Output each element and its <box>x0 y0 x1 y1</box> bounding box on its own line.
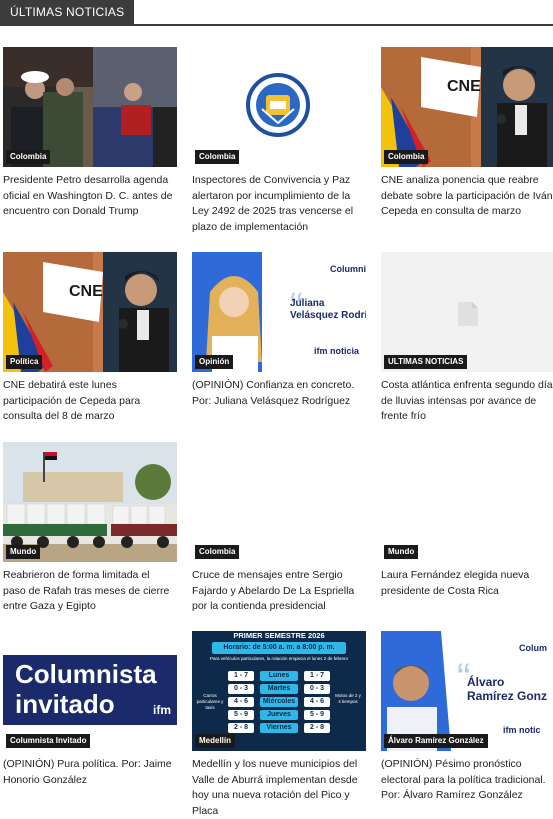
pico-right-digits: 1 - 7 <box>304 671 330 681</box>
pico-day: Viernes <box>260 723 298 733</box>
pico-left-digits: 2 - 8 <box>228 723 254 733</box>
banner-name-line1: Juliana <box>290 298 325 309</box>
category-badge[interactable]: Política <box>6 355 43 369</box>
news-card[interactable]: CNE Política CNE debatirá este lunes par… <box>3 252 181 425</box>
article-image[interactable]: Colombia <box>192 442 366 562</box>
article-title[interactable]: CNE analiza ponencia que reabre debate s… <box>381 173 553 220</box>
article-image[interactable]: Colombia <box>192 47 366 167</box>
news-card[interactable]: ULTIMAS NOTICIAS Costa atlántica enfrent… <box>381 252 553 425</box>
pico-day: Lunes <box>260 671 298 681</box>
brand-logo: ifm noticia <box>314 346 360 356</box>
article-image[interactable]: Columnista invitado ifm Columnista Invit… <box>3 631 177 751</box>
inspectores-logo-icon <box>246 73 310 137</box>
news-card[interactable]: Mundo Laura Fernández elegida nueva pres… <box>381 442 553 599</box>
category-badge[interactable]: ULTIMAS NOTICIAS <box>384 355 468 369</box>
article-title[interactable]: CNE debatirá este lunes participación de… <box>3 378 175 425</box>
category-badge[interactable]: Medellín <box>195 734 236 748</box>
category-badge[interactable]: Mundo <box>384 545 419 559</box>
article-title[interactable]: (OPINIÓN) Confianza en concreto. Por: Ju… <box>192 378 364 409</box>
pico-day: Miércoles <box>260 697 298 707</box>
pico-note: Para vehículos particulares, la rotación… <box>209 656 349 661</box>
pico-left-digits: 4 - 6 <box>228 697 254 707</box>
article-title[interactable]: Cruce de mensajes entre Sergio Fajardo y… <box>192 568 364 615</box>
category-badge[interactable]: Álvaro Ramírez González <box>384 734 488 748</box>
banner-name-line2: Velásquez Rodríg <box>290 310 366 321</box>
news-card[interactable]: PRIMER SEMESTRE 2026 Horario: de 5:00 a.… <box>192 631 370 819</box>
pico-right-digits: 4 - 6 <box>304 697 330 707</box>
pico-hours: Horario: de 5:00 a. m. a 8:00 p. m. <box>212 642 346 654</box>
article-image[interactable]: CNE Colombia <box>381 47 553 167</box>
pico-heading: PRIMER SEMESTRE 2026 <box>233 631 325 640</box>
pico-day: Jueves <box>260 710 298 720</box>
article-image[interactable]: Mundo <box>3 442 177 562</box>
article-title[interactable]: Inspectores de Convivencia y Paz alertar… <box>192 173 364 235</box>
news-card[interactable]: Mundo Reabrieron de forma limitada el pa… <box>3 442 181 615</box>
flag-text: CNE <box>69 283 103 300</box>
article-image[interactable]: “ Colum Álvaro Ramírez Gonz ifm notic Ál… <box>381 631 553 751</box>
pico-left-digits: 0 - 3 <box>228 684 254 694</box>
news-card[interactable]: Colombia Presidente Petro desarrolla age… <box>3 47 181 220</box>
news-card[interactable]: CNE Colombia CNE analiza ponencia que re… <box>381 47 553 220</box>
pico-right-label: Motos de 2 y 4 tiempos <box>335 693 361 704</box>
banner-line2: invitado <box>15 689 115 719</box>
article-image[interactable]: Mundo <box>381 442 553 562</box>
article-title[interactable]: (OPINIÓN) Pura política. Por: Jaime Hono… <box>3 757 175 788</box>
news-card[interactable]: Columnista invitado ifm Columnista Invit… <box>3 631 181 788</box>
article-image[interactable]: PRIMER SEMESTRE 2026 Horario: de 5:00 a.… <box>192 631 366 751</box>
article-image[interactable]: “ Columni Juliana Velásquez Rodríg ifm n… <box>192 252 366 372</box>
news-card[interactable]: “ Columni Juliana Velásquez Rodríg ifm n… <box>192 252 370 409</box>
category-badge[interactable]: Opinión <box>195 355 234 369</box>
news-card[interactable]: Colombia Inspectores de Convivencia y Pa… <box>192 47 370 235</box>
pico-right-digits: 0 - 3 <box>304 684 330 694</box>
pico-right-digits: 2 - 8 <box>304 723 330 733</box>
pico-left-digits: 1 - 7 <box>228 671 254 681</box>
category-badge[interactable]: Colombia <box>6 150 51 164</box>
category-badge[interactable]: Columnista Invitado <box>6 734 91 748</box>
section-header: ÚLTIMAS NOTICIAS <box>0 0 553 26</box>
section-title: ÚLTIMAS NOTICIAS <box>0 0 135 24</box>
article-title[interactable]: Medellín y los nueve municipios del Vall… <box>192 757 364 819</box>
news-card[interactable]: “ Colum Álvaro Ramírez Gonz ifm notic Ál… <box>381 631 553 804</box>
banner-heading: Columni <box>330 264 366 274</box>
brand-logo: ifm <box>153 703 171 717</box>
pico-left-digits: 5 - 9 <box>228 710 254 720</box>
banner-name-line2: Ramírez Gonz <box>467 689 548 703</box>
article-title[interactable]: Reabrieron de forma limitada el paso de … <box>3 568 175 615</box>
category-badge[interactable]: Colombia <box>195 545 240 559</box>
image-placeholder-icon <box>381 252 553 372</box>
pico-day: Martes <box>260 684 298 694</box>
pico-left-label: Carros particulares y taxis <box>196 693 224 710</box>
category-badge[interactable]: Colombia <box>384 150 429 164</box>
category-badge[interactable]: Mundo <box>6 545 41 559</box>
banner-line1: Columnista <box>15 659 157 689</box>
banner-name-line1: Álvaro <box>467 675 505 689</box>
article-title[interactable]: (OPINIÓN) Pésimo pronóstico electoral pa… <box>381 757 553 804</box>
news-card[interactable]: Colombia Cruce de mensajes entre Sergio … <box>192 442 370 615</box>
article-title[interactable]: Costa atlántica enfrenta segundo día de … <box>381 378 553 425</box>
article-image[interactable]: Colombia <box>3 47 177 167</box>
brand-logo: ifm notic <box>503 725 541 735</box>
article-title[interactable]: Laura Fernández elegida nueva presidente… <box>381 568 553 599</box>
pico-right-digits: 5 - 9 <box>304 710 330 720</box>
flag-text: CNE <box>447 78 481 95</box>
banner-heading: Colum <box>519 643 547 653</box>
category-badge[interactable]: Colombia <box>195 150 240 164</box>
article-image[interactable]: ULTIMAS NOTICIAS <box>381 252 553 372</box>
article-title[interactable]: Presidente Petro desarrolla agenda ofici… <box>3 173 175 220</box>
article-image[interactable]: CNE Política <box>3 252 177 372</box>
